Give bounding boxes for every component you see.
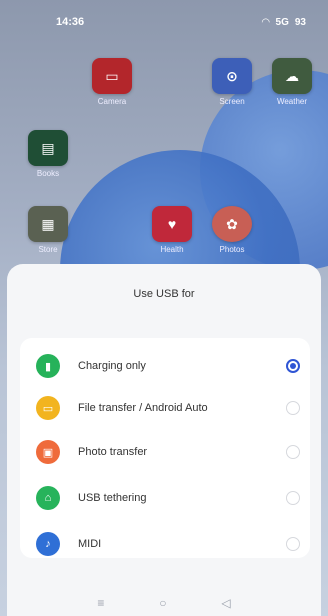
app-icon[interactable]: ▤ bbox=[28, 130, 68, 166]
status-time: 14:36 bbox=[56, 16, 85, 28]
midi-icon: ♪ bbox=[36, 532, 60, 556]
usb-option-photo-transfer[interactable]: ▣ Photo transfer bbox=[20, 432, 310, 472]
app-label: Screen bbox=[219, 97, 245, 106]
home-icon[interactable]: ○ bbox=[159, 596, 166, 610]
home-app[interactable]: ▦ Store bbox=[24, 206, 72, 255]
back-icon[interactable]: ◁ bbox=[221, 596, 230, 610]
option-label: USB tethering bbox=[78, 492, 147, 504]
navigation-bar: ≡ ○ ◁ bbox=[0, 590, 328, 616]
app-icon[interactable]: ♥ bbox=[152, 206, 192, 242]
app-label: Camera bbox=[97, 97, 127, 106]
usb-option-file-transfer[interactable]: ▭ File transfer / Android Auto bbox=[20, 388, 310, 428]
radio-button[interactable] bbox=[286, 491, 300, 505]
status-icons: ◠ 5G 93 bbox=[262, 17, 306, 28]
home-app[interactable]: ⊙ Screen bbox=[208, 58, 256, 107]
app-icon[interactable]: ▭ bbox=[92, 58, 132, 94]
app-icon[interactable]: ▦ bbox=[28, 206, 68, 242]
home-app[interactable]: ✿ Photos bbox=[208, 206, 256, 255]
status-bar: 14:36 ◠ 5G 93 bbox=[0, 0, 328, 44]
radio-button-selected[interactable] bbox=[286, 359, 300, 373]
usb-option-midi[interactable]: ♪ MIDI bbox=[20, 524, 310, 564]
recents-icon[interactable]: ≡ bbox=[97, 596, 104, 610]
usb-options-sheet: Use USB for ▮ Charging only ▭ File trans… bbox=[7, 264, 321, 616]
radio-button[interactable] bbox=[286, 401, 300, 415]
wifi-icon: ◠ bbox=[261, 16, 270, 28]
tethering-icon: ⌂ bbox=[36, 486, 60, 510]
app-label: Books bbox=[36, 169, 60, 178]
option-label: File transfer / Android Auto bbox=[78, 402, 208, 414]
home-app[interactable]: ☁ Weather bbox=[268, 58, 316, 107]
folder-icon: ▭ bbox=[36, 396, 60, 420]
app-icon[interactable]: ✿ bbox=[212, 206, 252, 242]
app-label: Photos bbox=[219, 245, 245, 254]
option-label: Charging only bbox=[78, 360, 146, 372]
signal-text: 5G bbox=[275, 16, 289, 28]
usb-option-usb-tethering[interactable]: ⌂ USB tethering bbox=[20, 478, 310, 518]
home-app[interactable]: ♥ Health bbox=[148, 206, 196, 255]
battery-level: 93 bbox=[294, 16, 306, 28]
app-label: Weather bbox=[276, 97, 308, 106]
radio-button[interactable] bbox=[286, 445, 300, 459]
sheet-title: Use USB for bbox=[133, 288, 195, 300]
photo-icon: ▣ bbox=[36, 440, 60, 464]
app-icon[interactable]: ⊙ bbox=[212, 58, 252, 94]
option-label: Photo transfer bbox=[78, 446, 148, 458]
battery-icon: ▮ bbox=[36, 354, 60, 378]
usb-option-list: ▮ Charging only ▭ File transfer / Androi… bbox=[20, 338, 310, 558]
home-app[interactable]: ▭ Camera bbox=[88, 58, 136, 107]
app-label: Store bbox=[38, 245, 58, 254]
app-icon[interactable]: ☁ bbox=[272, 58, 312, 94]
radio-button[interactable] bbox=[286, 537, 300, 551]
home-app[interactable]: ▤ Books bbox=[24, 130, 72, 179]
usb-option-charging-only[interactable]: ▮ Charging only bbox=[20, 346, 310, 386]
option-label: MIDI bbox=[78, 538, 102, 550]
app-label: Health bbox=[160, 245, 184, 254]
